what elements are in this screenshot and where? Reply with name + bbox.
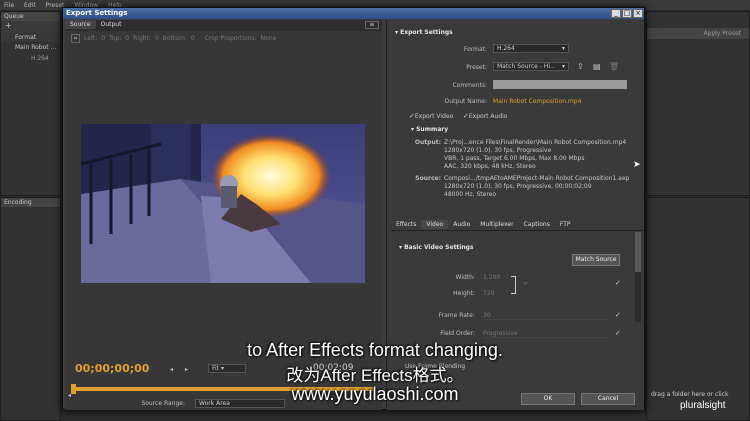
dialog-title: Export Settings xyxy=(63,8,644,19)
tab-multiplexer[interactable]: Multiplexer xyxy=(475,220,518,229)
subtitle-chinese: 改为After Effects格式。 xyxy=(286,366,464,385)
preset-label: Preset: xyxy=(466,64,487,71)
match-source-button[interactable]: Match Source xyxy=(572,254,620,266)
queue-panel: Queue + Format Main Robot ... H.264 xyxy=(0,11,61,196)
tab-source[interactable]: Source xyxy=(65,20,96,29)
summary-output-line: Z:\Proj...ence Files\FinalRender\Main Ro… xyxy=(444,139,627,146)
tab-audio[interactable]: Audio xyxy=(448,220,475,229)
summary-output-label: Output: xyxy=(414,139,441,146)
summary-source-label: Source: xyxy=(415,175,441,182)
field-order-label: Field Order: xyxy=(440,330,475,337)
chevron-down-icon: ▾ xyxy=(561,45,565,52)
field-order-value: Progressive xyxy=(483,330,518,337)
import-preset-icon[interactable]: ▤ xyxy=(593,62,601,71)
menu-edit[interactable]: Edit xyxy=(24,2,36,9)
summary-source-line: Composi.../tmpAEtoAMEProject-Main Robot … xyxy=(444,175,630,182)
crop-toolbar: ⌗ Left: 0 Top: 0 Right: 0 Bottom: 0 Crop Pro… xyxy=(71,33,376,44)
field-order-select[interactable]: Progressive xyxy=(483,330,607,338)
match-frame-rate-checkbox[interactable]: ✓ xyxy=(615,311,621,319)
export-video-label: Export Video xyxy=(414,113,454,120)
export-audio-label: Export Audio xyxy=(468,113,508,120)
summary-source-line: 1280x720 (1.0), 30 fps, Progressive, 00;… xyxy=(444,183,592,190)
summary-source-text: Composi.../tmpAEtoAMEProject-Main Robot … xyxy=(444,175,644,199)
queue-item-source[interactable]: Main Robot ... xyxy=(1,42,60,53)
panel-menu-icon[interactable]: ≡ xyxy=(365,21,379,29)
chevron-down-icon: ▾ xyxy=(561,63,565,70)
add-icon[interactable]: + xyxy=(5,21,12,30)
export-settings-heading[interactable]: ▾ Export Settings xyxy=(395,29,453,36)
crop-icon[interactable]: ⌗ xyxy=(71,34,80,43)
basic-video-heading[interactable]: ▾ Basic Video Settings xyxy=(399,244,474,251)
scrollbar-thumb[interactable] xyxy=(635,232,641,272)
video-preview-frame xyxy=(81,124,365,283)
output-name-link[interactable]: Main Robot Composition.mp4 xyxy=(493,98,581,105)
close-button[interactable]: × xyxy=(633,9,643,18)
settings-tabs: Effects Video Audio Multiplexer Captions… xyxy=(391,220,643,231)
delete-preset-icon[interactable]: 🗑 xyxy=(609,62,619,71)
crop-proportions-select[interactable]: None xyxy=(261,35,277,42)
frame-rate-label: Frame Rate: xyxy=(438,312,475,319)
mouse-cursor-icon: ➤ xyxy=(633,160,641,170)
comments-label: Comments: xyxy=(452,82,487,89)
crop-top-value[interactable]: 0 xyxy=(125,35,129,42)
crop-bottom-label: Bottom: xyxy=(162,35,187,42)
queue-tab[interactable]: Queue xyxy=(1,12,60,21)
match-field-order-checkbox[interactable]: ✓ xyxy=(615,329,621,337)
summary-output-line: AAC, 320 kbps, 48 kHz, Stereo xyxy=(444,163,536,170)
save-preset-icon[interactable]: ⇪ xyxy=(577,62,584,71)
preview-tabs: Source Output ≡ xyxy=(65,20,382,31)
tab-effects[interactable]: Effects xyxy=(391,220,421,229)
height-label: Height: xyxy=(453,290,475,297)
summary-heading-text: Summary xyxy=(416,126,449,133)
width-value[interactable]: 1,280 xyxy=(483,274,500,281)
export-settings-heading-text: Export Settings xyxy=(400,29,453,36)
crop-bottom-value[interactable]: 0 xyxy=(191,35,195,42)
height-value[interactable]: 720 xyxy=(483,290,494,297)
crop-left-label: Left: xyxy=(84,35,98,42)
queue-toolbar: + xyxy=(1,21,60,33)
summary-output-text: Z:\Proj...ence Files\FinalRender\Main Ro… xyxy=(444,139,644,171)
tab-output[interactable]: Output xyxy=(96,20,127,29)
export-video-checkbox[interactable]: ✓Export Video xyxy=(409,112,453,120)
subtitle-url: www.yuyulaoshi.com xyxy=(291,384,459,404)
chain-bracket xyxy=(511,276,516,294)
encoding-tab[interactable]: Encoding xyxy=(1,198,60,207)
summary-heading[interactable]: ▾ Summary xyxy=(411,126,448,133)
preset-browser-panel: Apply Preset xyxy=(646,11,750,196)
crop-right-value[interactable]: 0 xyxy=(155,35,159,42)
queue-item-format[interactable]: H.264 xyxy=(1,53,60,64)
settings-scrollbar[interactable] xyxy=(635,232,641,322)
minimize-button[interactable]: _ xyxy=(611,9,621,18)
format-value: H.264 xyxy=(497,45,515,52)
format-column-header: Format xyxy=(1,33,60,42)
summary-source-line: 48000 Hz, Stereo xyxy=(444,191,497,198)
maximize-button[interactable]: □ xyxy=(622,9,632,18)
frame-rate-select[interactable]: 30 xyxy=(483,312,607,320)
apply-preset-button[interactable]: Apply Preset xyxy=(647,28,749,39)
menu-file[interactable]: File xyxy=(4,2,14,9)
width-label: Width: xyxy=(455,274,475,281)
basic-video-heading-text: Basic Video Settings xyxy=(404,244,474,251)
subtitle-english: to After Effects format changing. xyxy=(247,340,503,360)
comments-input[interactable] xyxy=(493,80,627,89)
output-name-label: Output Name: xyxy=(444,98,487,105)
tab-captions[interactable]: Captions xyxy=(519,220,555,229)
preset-select[interactable]: Match Source - Hi... ▾ xyxy=(493,62,569,71)
preset-value: Match Source - Hi... xyxy=(497,63,556,70)
crop-right-label: Right: xyxy=(133,35,151,42)
format-select[interactable]: H.264 ▾ xyxy=(493,44,569,53)
summary-output-line: VBR, 1 pass, Target 6.00 Mbps, Max 8.00 … xyxy=(444,155,585,162)
format-label: Format: xyxy=(463,46,487,53)
crop-proportions-label: Crop Proportions: xyxy=(204,35,257,42)
export-audio-checkbox[interactable]: ✓Export Audio xyxy=(463,112,507,120)
crop-top-label: Top: xyxy=(109,35,122,42)
tab-video[interactable]: Video xyxy=(421,220,449,229)
frame-rate-value: 30 xyxy=(483,312,491,319)
match-width-checkbox[interactable]: ✓ xyxy=(615,279,621,287)
tab-ftp[interactable]: FTP xyxy=(555,220,576,229)
link-icon[interactable]: ∞ xyxy=(523,280,528,287)
crop-left-value[interactable]: 0 xyxy=(101,35,105,42)
summary-output-line: 1280x720 (1.0), 30 fps, Progressive xyxy=(444,147,552,154)
